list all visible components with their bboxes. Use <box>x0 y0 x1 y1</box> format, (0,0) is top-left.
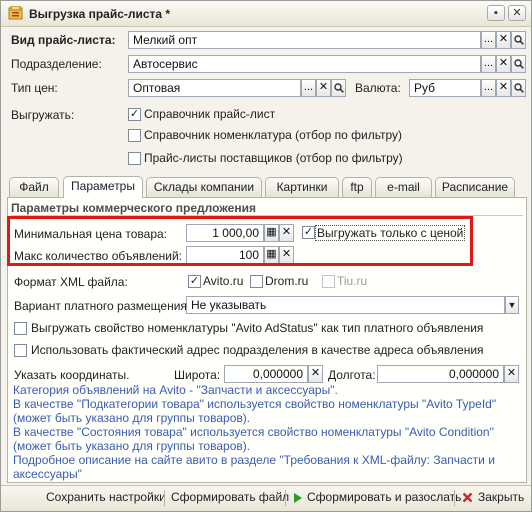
valuta-input[interactable]: Руб <box>409 79 481 97</box>
vid-input[interactable]: Мелкий опт <box>128 31 481 49</box>
podr-input[interactable]: Автосервис <box>128 55 481 73</box>
valuta-open-button[interactable] <box>511 79 526 97</box>
valuta-clear-button[interactable]: ✕ <box>496 79 511 97</box>
chk-nomenklatura-label: Справочник номенклатура (отбор по фильтр… <box>144 128 403 142</box>
placement-label: Вариант платного размещения: <box>14 299 191 313</box>
xml-avito-box[interactable]: ✓ <box>188 275 201 288</box>
make-and-send-button[interactable]: Сформировать и разослать <box>307 490 461 504</box>
vid-open-button[interactable] <box>511 31 526 49</box>
lat-label: Широта: <box>174 368 221 382</box>
tab-file[interactable]: Файл <box>9 177 59 197</box>
xml-tiu-label: Tiu.ru <box>337 274 368 288</box>
xml-drom-box[interactable] <box>250 275 263 288</box>
chk-address-label: Использовать фактический адрес подраздел… <box>31 343 484 357</box>
podr-label: Подразделение: <box>11 57 102 71</box>
valuta-label: Валюта: <box>355 81 401 95</box>
close-icon <box>462 492 473 503</box>
chevron-down-icon[interactable]: ▼ <box>505 296 519 314</box>
price-list-export-window: Выгрузка прайс-листа * ▪ ✕ Вид прайс-лис… <box>0 0 532 512</box>
podr-open-button[interactable] <box>511 55 526 73</box>
chk-postavshiki-box[interactable] <box>128 152 141 165</box>
chk-adstatus-box[interactable] <box>14 322 27 335</box>
lon-clear-button[interactable]: ✕ <box>504 365 519 383</box>
save-settings-button[interactable]: Сохранить настройки <box>46 490 166 504</box>
window-title: Выгрузка прайс-листа * <box>29 7 171 21</box>
app-icon <box>8 6 23 20</box>
chk-spravochnik-box[interactable]: ✓ <box>128 108 141 121</box>
lon-input[interactable]: 0,000000 <box>377 365 504 383</box>
tab-parameters[interactable]: Параметры <box>63 176 143 198</box>
tip-label: Тип цен: <box>11 81 58 95</box>
podr-clear-button[interactable]: ✕ <box>496 55 511 73</box>
chk-spravochnik-label: Справочник прайс-лист <box>144 107 276 121</box>
check-icon: ✓ <box>129 108 140 120</box>
chk-nomenklatura-box[interactable] <box>128 129 141 142</box>
lat-clear-button[interactable]: ✕ <box>308 365 323 383</box>
search-icon <box>333 83 344 93</box>
xml-drom-label: Drom.ru <box>265 274 309 288</box>
tip-input[interactable]: Оптовая <box>128 79 301 97</box>
toolbar-separator <box>285 490 286 506</box>
search-icon <box>513 59 524 69</box>
tab-email[interactable]: e-mail <box>375 177 432 197</box>
xml-tiu-box <box>322 275 335 288</box>
make-file-button[interactable]: Сформировать файл <box>171 490 289 504</box>
vid-select-button[interactable]: ... <box>481 31 496 49</box>
search-icon <box>513 35 524 45</box>
search-icon <box>513 83 524 93</box>
vid-label: Вид прайс-листа: <box>11 33 116 47</box>
xml-avito-label: Avito.ru <box>203 274 244 288</box>
info-category: Категория объявлений на Avito - "Запчаст… <box>13 383 338 397</box>
chk-postavshiki-label: Прайс-листы поставщиков (отбор по фильтр… <box>144 151 403 165</box>
podr-select-button[interactable]: ... <box>481 55 496 73</box>
vid-clear-button[interactable]: ✕ <box>496 31 511 49</box>
window-menu-button[interactable]: ▪ <box>487 5 505 21</box>
tab-pictures[interactable]: Картинки <box>265 177 339 197</box>
chk-address-box[interactable] <box>14 344 27 357</box>
tab-warehouses[interactable]: Склады компании <box>146 177 262 197</box>
lon-label: Долгота: <box>328 368 376 382</box>
close-button[interactable]: Закрыть <box>478 490 524 504</box>
xml-format-label: Формат XML файла: <box>14 275 128 289</box>
info-description-link[interactable]: Подробное описание на сайте авито в разд… <box>13 453 503 481</box>
title-bar: Выгрузка прайс-листа * ▪ ✕ <box>1 1 531 27</box>
tip-clear-button[interactable]: ✕ <box>316 79 331 97</box>
chk-adstatus-label: Выгружать свойство номенклатуры "Avito A… <box>31 321 484 335</box>
tip-select-button[interactable]: ... <box>301 79 316 97</box>
lat-input[interactable]: 0,000000 <box>224 365 308 383</box>
info-condition: В качестве "Состояния товара" использует… <box>13 425 494 453</box>
tip-open-button[interactable] <box>331 79 346 97</box>
window-close-button[interactable]: ✕ <box>508 5 526 21</box>
play-icon <box>294 493 302 503</box>
check-icon: ✓ <box>189 275 200 287</box>
info-subcategory: В качестве "Подкатегории товара" использ… <box>13 397 497 425</box>
tab-schedule[interactable]: Расписание <box>435 177 515 197</box>
vygruzhat-label: Выгружать: <box>11 108 75 122</box>
coords-label: Указать координаты. <box>14 368 130 382</box>
tab-ftp[interactable]: ftp <box>342 177 372 197</box>
valuta-select-button[interactable]: ... <box>481 79 496 97</box>
toolbar-separator <box>454 490 455 506</box>
close-icon: ✕ <box>512 7 522 19</box>
section-title: Параметры коммерческого предложения <box>11 201 256 215</box>
placement-select[interactable]: Не указывать <box>186 296 505 314</box>
highlight-box <box>7 216 473 266</box>
toolbar-separator <box>164 490 165 506</box>
menu-icon: ▪ <box>494 7 498 19</box>
